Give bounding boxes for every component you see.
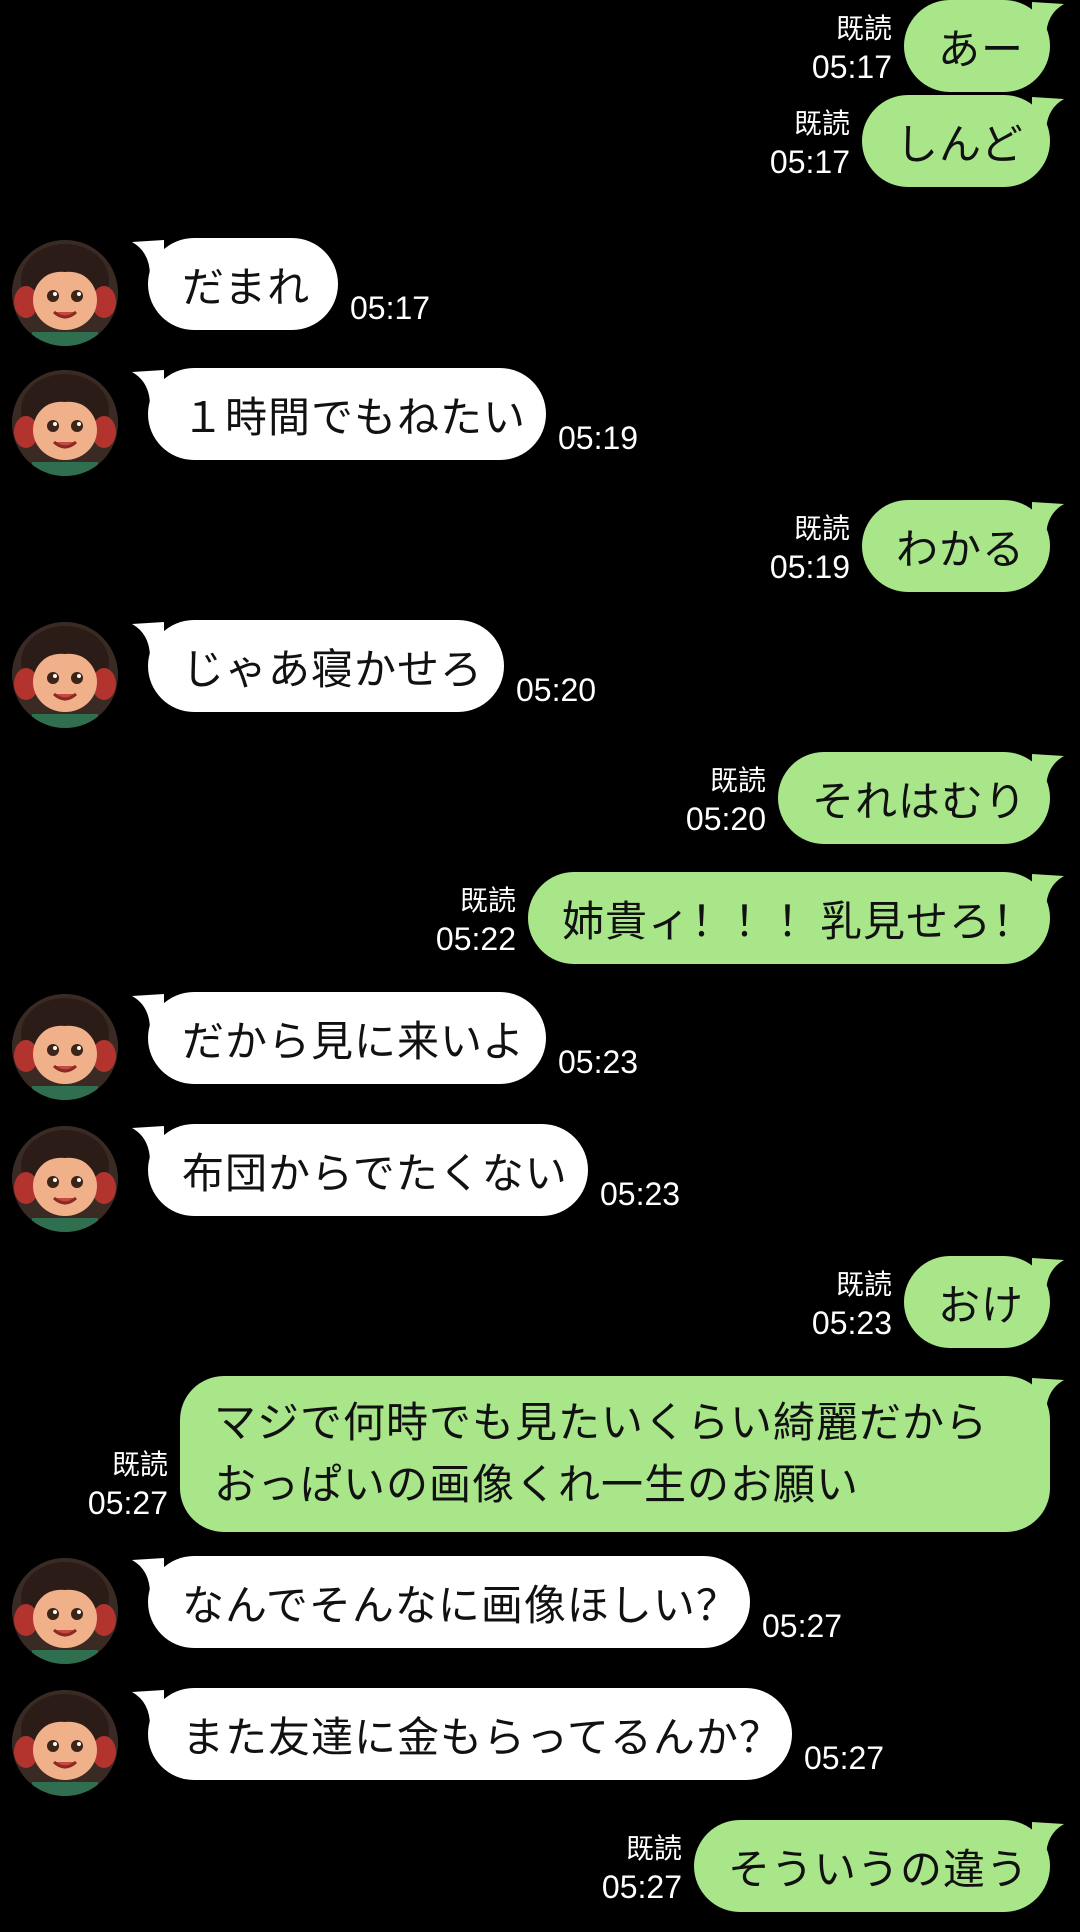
message-timestamp: 05:19 <box>769 549 850 585</box>
message-bubble[interactable]: だまれ <box>148 238 338 330</box>
message-bubble[interactable]: 布団からでたくない <box>148 1124 588 1216</box>
message-bubble[interactable]: わかる <box>862 500 1050 592</box>
message-bubble[interactable]: なんでそんなに画像ほしい？ <box>148 1556 750 1648</box>
read-receipt: 既読 <box>793 512 850 545</box>
contact-avatar[interactable] <box>12 622 118 728</box>
message-bubble[interactable]: あー <box>904 0 1050 92</box>
message-timestamp: 05:27 <box>87 1485 168 1521</box>
outgoing-message: おけ 既読 05:23 <box>0 1256 1080 1356</box>
read-receipt: 既読 <box>835 12 892 45</box>
read-receipt: 既読 <box>625 1832 682 1865</box>
message-timestamp: 05:20 <box>685 801 766 837</box>
message-meta: 既読 05:19 <box>770 510 850 586</box>
read-receipt: 既読 <box>459 884 516 917</box>
incoming-message: また友達に金もらってるんか？ 05:27 <box>0 1688 1080 1796</box>
contact-avatar[interactable] <box>12 1690 118 1796</box>
message-timestamp: 05:17 <box>769 144 850 180</box>
message-bubble[interactable]: １時間でもねたい <box>148 368 546 460</box>
contact-avatar[interactable] <box>12 240 118 346</box>
message-meta: 既読 05:27 <box>88 1446 168 1522</box>
incoming-message: なんでそんなに画像ほしい？ 05:27 <box>0 1556 1080 1664</box>
message-bubble[interactable]: また友達に金もらってるんか？ <box>148 1688 792 1780</box>
message-bubble[interactable]: そういうの違う <box>694 1820 1050 1912</box>
message-timestamp: 05:23 <box>811 1305 892 1341</box>
outgoing-message: しんど 既読 05:17 <box>0 95 1080 195</box>
message-bubble[interactable]: 姉貴ィ！！！乳見せろ！ <box>528 872 1050 964</box>
message-timestamp: 05:22 <box>435 921 516 957</box>
read-receipt: 既読 <box>111 1448 168 1481</box>
incoming-message: だまれ 05:17 <box>0 238 1080 346</box>
incoming-message: じゃあ寝かせろ 05:20 <box>0 620 1080 728</box>
outgoing-message: 姉貴ィ！！！乳見せろ！ 既読 05:22 <box>0 872 1080 972</box>
chat-message-list[interactable]: あー 既読 05:17 しんど 既読 05:17 だまれ 05:17 １時間でもねたい 05:19… <box>0 0 1080 1932</box>
read-receipt: 既読 <box>793 107 850 140</box>
message-meta: 既読 05:23 <box>812 1266 892 1342</box>
message-bubble[interactable]: しんど <box>862 95 1050 187</box>
outgoing-message: マジで何時でも見たいくらい綺麗だからおっぱいの画像くれ一生のお願い 既読 05:27 <box>0 1376 1080 1532</box>
incoming-message: １時間でもねたい 05:19 <box>0 368 1080 476</box>
message-timestamp: 05:23 <box>600 1176 681 1212</box>
message-timestamp: 05:27 <box>762 1608 843 1644</box>
message-timestamp: 05:23 <box>558 1044 639 1080</box>
contact-avatar[interactable] <box>12 370 118 476</box>
message-timestamp: 05:19 <box>558 420 639 456</box>
message-bubble[interactable]: だから見に来いよ <box>148 992 546 1084</box>
outgoing-message: それはむり 既読 05:20 <box>0 752 1080 852</box>
read-receipt: 既読 <box>835 1268 892 1301</box>
message-bubble[interactable]: おけ <box>904 1256 1050 1348</box>
message-timestamp: 05:17 <box>811 49 892 85</box>
incoming-message: だから見に来いよ 05:23 <box>0 992 1080 1100</box>
message-timestamp: 05:20 <box>516 672 597 708</box>
contact-avatar[interactable] <box>12 1126 118 1232</box>
message-meta: 既読 05:17 <box>770 105 850 181</box>
message-timestamp: 05:17 <box>350 290 431 326</box>
message-timestamp: 05:27 <box>804 1740 885 1776</box>
contact-avatar[interactable] <box>12 994 118 1100</box>
message-meta: 既読 05:17 <box>812 10 892 86</box>
contact-avatar[interactable] <box>12 1558 118 1664</box>
message-bubble[interactable]: マジで何時でも見たいくらい綺麗だからおっぱいの画像くれ一生のお願い <box>180 1376 1050 1532</box>
read-receipt: 既読 <box>709 764 766 797</box>
message-meta: 既読 05:22 <box>436 882 516 958</box>
outgoing-message: そういうの違う 既読 05:27 <box>0 1820 1080 1920</box>
outgoing-message: あー 既読 05:17 <box>0 0 1080 100</box>
message-bubble[interactable]: それはむり <box>778 752 1050 844</box>
message-meta: 既読 05:27 <box>602 1830 682 1906</box>
incoming-message: 布団からでたくない 05:23 <box>0 1124 1080 1232</box>
outgoing-message: わかる 既読 05:19 <box>0 500 1080 600</box>
message-timestamp: 05:27 <box>601 1869 682 1905</box>
message-bubble[interactable]: じゃあ寝かせろ <box>148 620 504 712</box>
message-meta: 既読 05:20 <box>686 762 766 838</box>
